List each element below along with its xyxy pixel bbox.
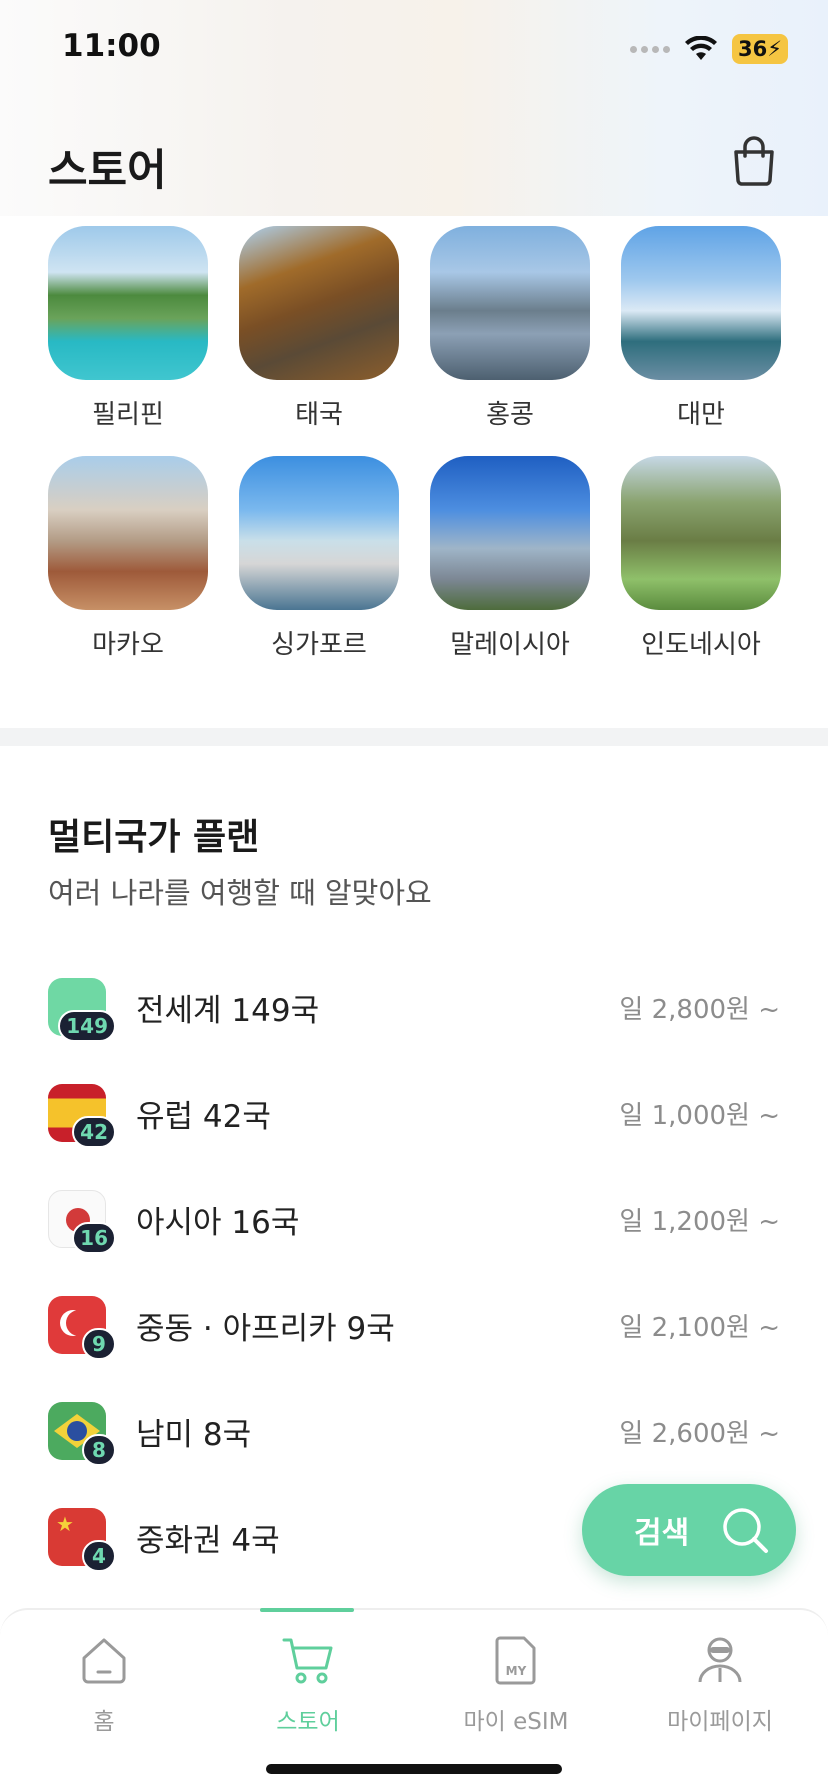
spain-flag-icon: 42 (48, 1084, 116, 1148)
plan-price: 일 2,100원 ~ (619, 1312, 780, 1343)
country-singapore[interactable]: 싱가포르 (239, 456, 399, 661)
active-tab-indicator (260, 1608, 354, 1612)
country-thailand[interactable]: 태국 (239, 226, 399, 431)
shopping-bag-icon[interactable] (726, 132, 782, 188)
japan-flag-icon: 16 (48, 1190, 116, 1254)
top-header: 11:00 36 ⚡ 스토어 (0, 0, 828, 216)
plan-name: 중동 · 아프리카 9국 (136, 1310, 395, 1347)
section-divider (0, 728, 828, 746)
nav-my-page[interactable]: 마이페이지 (620, 1632, 820, 1736)
nav-label: 홈 (93, 1709, 115, 1735)
plan-row-middle-east-africa[interactable]: 9 중동 · 아프리카 9국 일 2,100원 ~ (48, 1294, 780, 1360)
country-name: 말레이시아 (450, 630, 570, 660)
section-subtitle: 여러 나라를 여행할 때 알맞아요 (48, 876, 432, 910)
svg-text:MY: MY (506, 1664, 527, 1678)
plan-name: 전세계 149국 (136, 992, 320, 1029)
country-macau[interactable]: 마카오 (48, 456, 208, 661)
search-label: 검색 (634, 1516, 690, 1551)
country-count-badge: 16 (72, 1222, 116, 1254)
section-title: 멀티국가 플랜 (48, 817, 260, 858)
plan-price: 일 2,600원 ~ (619, 1418, 780, 1449)
home-indicator (266, 1764, 562, 1774)
wifi-icon (685, 36, 718, 60)
country-count-badge: 8 (82, 1434, 116, 1466)
country-taiwan[interactable]: 대만 (621, 226, 781, 431)
plan-name: 유럽 42국 (136, 1098, 271, 1135)
signal-icon (630, 45, 671, 53)
globe-icon: 149 (48, 978, 116, 1042)
country-photo (621, 456, 781, 610)
battery-level: 36 (738, 37, 768, 61)
plan-price: 일 1,200원 ~ (619, 1206, 780, 1237)
country-photo (48, 456, 208, 610)
battery-icon: 36 ⚡ (732, 34, 788, 64)
country-photo (430, 456, 590, 610)
country-name: 홍콩 (486, 400, 534, 430)
plan-name: 남미 8국 (136, 1416, 252, 1453)
country-name: 태국 (295, 400, 343, 430)
plan-row-south-america[interactable]: 8 남미 8국 일 2,600원 ~ (48, 1400, 780, 1466)
country-photo (239, 226, 399, 380)
profile-icon (698, 1637, 742, 1683)
turkey-flag-icon: 9 (48, 1296, 116, 1360)
country-name: 마카오 (92, 630, 164, 660)
brazil-flag-icon: 8 (48, 1402, 116, 1466)
nav-label: 스토어 (276, 1709, 340, 1735)
page-title: 스토어 (48, 146, 167, 196)
country-count-badge: 149 (58, 1010, 116, 1042)
country-count-badge: 4 (82, 1540, 116, 1572)
china-flag-icon: ★ 4 (48, 1508, 116, 1572)
country-philippines[interactable]: 필리핀 (48, 226, 208, 431)
country-photo (239, 456, 399, 610)
country-name: 싱가포르 (271, 630, 367, 660)
cart-icon (282, 1638, 333, 1684)
plan-row-world[interactable]: 149 전세계 149국 일 2,800원 ~ (48, 976, 780, 1042)
country-indonesia[interactable]: 인도네시아 (621, 456, 781, 661)
country-hongkong[interactable]: 홍콩 (430, 226, 590, 431)
status-indicators: 36 ⚡ (630, 34, 788, 64)
country-photo (621, 226, 781, 380)
plan-price: 일 1,000원 ~ (619, 1100, 780, 1131)
status-time: 11:00 (62, 28, 161, 64)
plan-row-asia[interactable]: 16 아시아 16국 일 1,200원 ~ (48, 1188, 780, 1254)
country-name: 인도네시아 (641, 630, 761, 660)
nav-label: 마이페이지 (667, 1709, 773, 1735)
search-icon (723, 1508, 768, 1553)
country-count-badge: 9 (82, 1328, 116, 1360)
country-name: 대만 (677, 400, 725, 430)
country-count-badge: 42 (72, 1116, 116, 1148)
country-photo (430, 226, 590, 380)
sim-card-icon: MY (495, 1636, 536, 1685)
plan-name: 아시아 16국 (136, 1204, 300, 1241)
country-photo (48, 226, 208, 380)
plan-price: 일 2,800원 ~ (619, 994, 780, 1025)
nav-home[interactable]: 홈 (4, 1632, 204, 1736)
nav-my-esim[interactable]: MY 마이 eSIM (416, 1632, 616, 1736)
search-button[interactable]: 검색 (582, 1484, 796, 1576)
home-icon (82, 1638, 126, 1684)
country-malaysia[interactable]: 말레이시아 (430, 456, 590, 661)
plan-row-europe[interactable]: 42 유럽 42국 일 1,000원 ~ (48, 1082, 780, 1148)
nav-store[interactable]: 스토어 (208, 1632, 408, 1736)
nav-label: 마이 eSIM (463, 1709, 569, 1735)
country-name: 필리핀 (92, 400, 164, 430)
